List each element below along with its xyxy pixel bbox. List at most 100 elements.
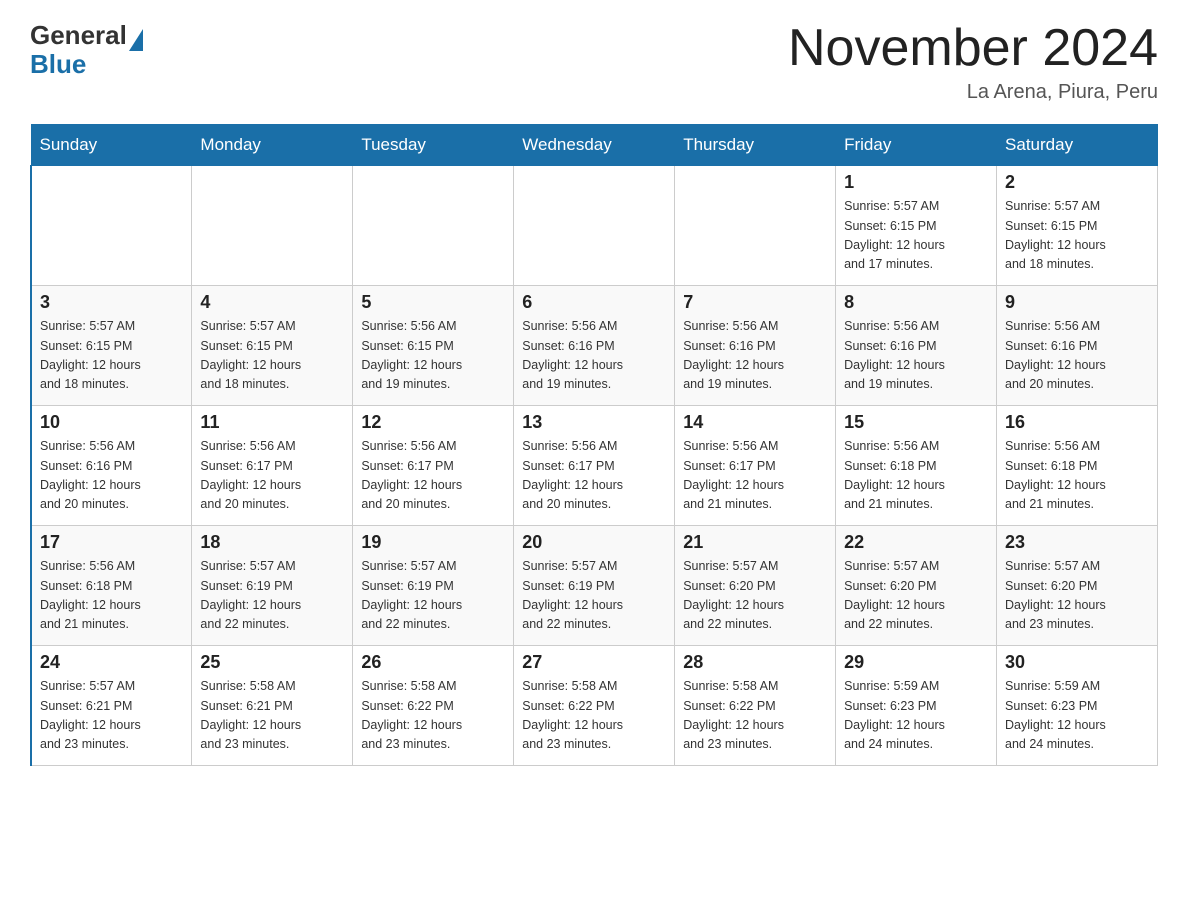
day-number: 1 xyxy=(844,172,988,193)
calendar-cell: 1 Sunrise: 5:57 AM Sunset: 6:15 PM Daylig… xyxy=(836,166,997,286)
week-row-4: 17 Sunrise: 5:56 AM Sunset: 6:18 PM Dayli… xyxy=(31,526,1158,646)
calendar-cell: 17 Sunrise: 5:56 AM Sunset: 6:18 PM Dayli… xyxy=(31,526,192,646)
calendar-cell: 15 Sunrise: 5:56 AM Sunset: 6:18 PM Dayli… xyxy=(836,406,997,526)
day-info: Sunrise: 5:56 AM Sunset: 6:16 PM Dayligh… xyxy=(1005,317,1149,395)
day-number: 27 xyxy=(522,652,666,673)
day-info: Sunrise: 5:57 AM Sunset: 6:15 PM Dayligh… xyxy=(844,197,988,275)
page-header: General Blue November 2024 La Arena, Piu… xyxy=(30,20,1158,104)
day-info: Sunrise: 5:56 AM Sunset: 6:18 PM Dayligh… xyxy=(40,557,183,635)
calendar-cell: 27 Sunrise: 5:58 AM Sunset: 6:22 PM Dayli… xyxy=(514,646,675,766)
day-number: 4 xyxy=(200,292,344,313)
location-label: La Arena, Piura, Peru xyxy=(788,81,1158,104)
calendar-cell xyxy=(514,166,675,286)
weekday-header-friday: Friday xyxy=(836,125,997,166)
day-number: 19 xyxy=(361,532,505,553)
day-number: 29 xyxy=(844,652,988,673)
calendar-table: SundayMondayTuesdayWednesdayThursdayFrid… xyxy=(30,124,1158,766)
day-info: Sunrise: 5:58 AM Sunset: 6:21 PM Dayligh… xyxy=(200,677,344,755)
day-number: 6 xyxy=(522,292,666,313)
calendar-cell: 9 Sunrise: 5:56 AM Sunset: 6:16 PM Daylig… xyxy=(997,286,1158,406)
day-info: Sunrise: 5:56 AM Sunset: 6:16 PM Dayligh… xyxy=(40,437,183,515)
day-number: 5 xyxy=(361,292,505,313)
day-info: Sunrise: 5:56 AM Sunset: 6:18 PM Dayligh… xyxy=(844,437,988,515)
day-info: Sunrise: 5:58 AM Sunset: 6:22 PM Dayligh… xyxy=(683,677,827,755)
day-number: 16 xyxy=(1005,412,1149,433)
weekday-header-tuesday: Tuesday xyxy=(353,125,514,166)
day-number: 28 xyxy=(683,652,827,673)
day-number: 10 xyxy=(40,412,183,433)
day-number: 15 xyxy=(844,412,988,433)
logo-triangle-icon xyxy=(129,29,143,51)
day-info: Sunrise: 5:56 AM Sunset: 6:16 PM Dayligh… xyxy=(844,317,988,395)
calendar-cell: 28 Sunrise: 5:58 AM Sunset: 6:22 PM Dayli… xyxy=(675,646,836,766)
day-info: Sunrise: 5:56 AM Sunset: 6:16 PM Dayligh… xyxy=(522,317,666,395)
day-info: Sunrise: 5:57 AM Sunset: 6:20 PM Dayligh… xyxy=(1005,557,1149,635)
calendar-cell: 18 Sunrise: 5:57 AM Sunset: 6:19 PM Dayli… xyxy=(192,526,353,646)
calendar-cell: 30 Sunrise: 5:59 AM Sunset: 6:23 PM Dayli… xyxy=(997,646,1158,766)
calendar-cell: 13 Sunrise: 5:56 AM Sunset: 6:17 PM Dayli… xyxy=(514,406,675,526)
calendar-cell: 26 Sunrise: 5:58 AM Sunset: 6:22 PM Dayli… xyxy=(353,646,514,766)
day-number: 18 xyxy=(200,532,344,553)
calendar-cell: 25 Sunrise: 5:58 AM Sunset: 6:21 PM Dayli… xyxy=(192,646,353,766)
calendar-cell xyxy=(353,166,514,286)
day-number: 7 xyxy=(683,292,827,313)
calendar-cell: 21 Sunrise: 5:57 AM Sunset: 6:20 PM Dayli… xyxy=(675,526,836,646)
day-info: Sunrise: 5:57 AM Sunset: 6:15 PM Dayligh… xyxy=(200,317,344,395)
day-info: Sunrise: 5:56 AM Sunset: 6:17 PM Dayligh… xyxy=(522,437,666,515)
logo-blue-text: Blue xyxy=(30,49,143,80)
day-number: 24 xyxy=(40,652,183,673)
calendar-cell: 12 Sunrise: 5:56 AM Sunset: 6:17 PM Dayli… xyxy=(353,406,514,526)
calendar-cell: 4 Sunrise: 5:57 AM Sunset: 6:15 PM Daylig… xyxy=(192,286,353,406)
calendar-cell xyxy=(192,166,353,286)
day-info: Sunrise: 5:56 AM Sunset: 6:17 PM Dayligh… xyxy=(683,437,827,515)
day-info: Sunrise: 5:57 AM Sunset: 6:15 PM Dayligh… xyxy=(40,317,183,395)
calendar-cell: 16 Sunrise: 5:56 AM Sunset: 6:18 PM Dayli… xyxy=(997,406,1158,526)
logo-general-text: General xyxy=(30,20,127,50)
day-number: 23 xyxy=(1005,532,1149,553)
day-number: 17 xyxy=(40,532,183,553)
day-number: 9 xyxy=(1005,292,1149,313)
weekday-header-monday: Monday xyxy=(192,125,353,166)
calendar-cell: 14 Sunrise: 5:56 AM Sunset: 6:17 PM Dayli… xyxy=(675,406,836,526)
day-number: 3 xyxy=(40,292,183,313)
day-number: 25 xyxy=(200,652,344,673)
day-info: Sunrise: 5:59 AM Sunset: 6:23 PM Dayligh… xyxy=(1005,677,1149,755)
day-info: Sunrise: 5:59 AM Sunset: 6:23 PM Dayligh… xyxy=(844,677,988,755)
day-number: 30 xyxy=(1005,652,1149,673)
day-number: 2 xyxy=(1005,172,1149,193)
day-info: Sunrise: 5:57 AM Sunset: 6:15 PM Dayligh… xyxy=(1005,197,1149,275)
calendar-cell: 11Sunrise: 5:56 AM Sunset: 6:17 PM Dayli… xyxy=(192,406,353,526)
calendar-cell: 5 Sunrise: 5:56 AM Sunset: 6:15 PM Daylig… xyxy=(353,286,514,406)
calendar-cell: 6 Sunrise: 5:56 AM Sunset: 6:16 PM Daylig… xyxy=(514,286,675,406)
day-number: 8 xyxy=(844,292,988,313)
calendar-cell: 20Sunrise: 5:57 AM Sunset: 6:19 PM Dayli… xyxy=(514,526,675,646)
day-info: Sunrise: 5:57 AM Sunset: 6:21 PM Dayligh… xyxy=(40,677,183,755)
day-info: Sunrise: 5:56 AM Sunset: 6:17 PM Dayligh… xyxy=(361,437,505,515)
day-number: 26 xyxy=(361,652,505,673)
day-number: 21 xyxy=(683,532,827,553)
day-info: Sunrise: 5:56 AM Sunset: 6:15 PM Dayligh… xyxy=(361,317,505,395)
weekday-header-wednesday: Wednesday xyxy=(514,125,675,166)
day-info: Sunrise: 5:56 AM Sunset: 6:16 PM Dayligh… xyxy=(683,317,827,395)
day-number: 22 xyxy=(844,532,988,553)
weekday-header-row: SundayMondayTuesdayWednesdayThursdayFrid… xyxy=(31,125,1158,166)
calendar-cell: 8 Sunrise: 5:56 AM Sunset: 6:16 PM Daylig… xyxy=(836,286,997,406)
day-number: 13 xyxy=(522,412,666,433)
day-number: 14 xyxy=(683,412,827,433)
day-info: Sunrise: 5:58 AM Sunset: 6:22 PM Dayligh… xyxy=(361,677,505,755)
week-row-2: 3 Sunrise: 5:57 AM Sunset: 6:15 PM Daylig… xyxy=(31,286,1158,406)
day-info: Sunrise: 5:57 AM Sunset: 6:19 PM Dayligh… xyxy=(200,557,344,635)
day-info: Sunrise: 5:56 AM Sunset: 6:18 PM Dayligh… xyxy=(1005,437,1149,515)
calendar-cell: 23 Sunrise: 5:57 AM Sunset: 6:20 PM Dayli… xyxy=(997,526,1158,646)
day-info: Sunrise: 5:58 AM Sunset: 6:22 PM Dayligh… xyxy=(522,677,666,755)
week-row-5: 24 Sunrise: 5:57 AM Sunset: 6:21 PM Dayli… xyxy=(31,646,1158,766)
calendar-cell: 3 Sunrise: 5:57 AM Sunset: 6:15 PM Daylig… xyxy=(31,286,192,406)
day-info: Sunrise: 5:57 AM Sunset: 6:19 PM Dayligh… xyxy=(361,557,505,635)
day-number: 12 xyxy=(361,412,505,433)
day-info: Sunrise: 5:57 AM Sunset: 6:20 PM Dayligh… xyxy=(683,557,827,635)
calendar-cell: 7 Sunrise: 5:56 AM Sunset: 6:16 PM Daylig… xyxy=(675,286,836,406)
week-row-3: 10 Sunrise: 5:56 AM Sunset: 6:16 PM Dayli… xyxy=(31,406,1158,526)
day-info: Sunrise: 5:57 AM Sunset: 6:19 PM Dayligh… xyxy=(522,557,666,635)
calendar-cell: 29 Sunrise: 5:59 AM Sunset: 6:23 PM Dayli… xyxy=(836,646,997,766)
day-info: Sunrise: 5:57 AM Sunset: 6:20 PM Dayligh… xyxy=(844,557,988,635)
